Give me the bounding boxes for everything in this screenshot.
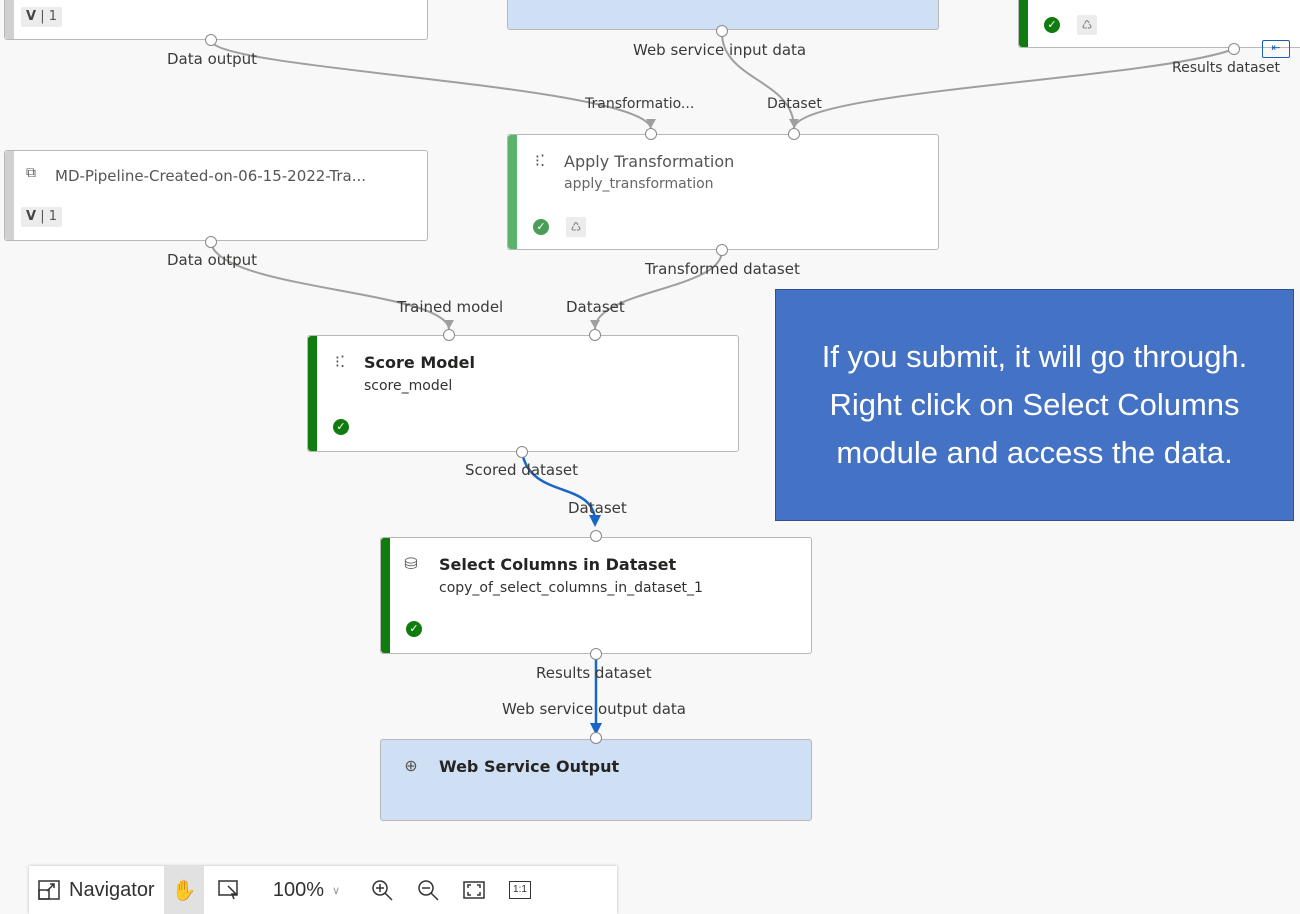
- node-status-bar: [5, 151, 14, 240]
- arrow-dataset-transform: [789, 119, 799, 128]
- node-status-bar: [508, 135, 517, 249]
- apply-transformation-node[interactable]: ⁝⁚ Apply Transformation apply_transforma…: [507, 134, 939, 250]
- node-subtitle: apply_transformation: [564, 176, 714, 192]
- port-label-dataset-score: Dataset: [566, 298, 625, 316]
- node-status-bar: [381, 538, 390, 653]
- fit-screen-icon: [462, 878, 486, 902]
- select-tool-button[interactable]: [204, 866, 254, 914]
- arrow-dataset-score: [590, 320, 600, 329]
- web-service-output-node[interactable]: ⊕ Web Service Output: [380, 739, 812, 821]
- zoom-in-button[interactable]: [359, 866, 405, 914]
- port-label-trained-model: Trained model: [397, 298, 504, 316]
- port-label-dataset-transform: Dataset: [767, 96, 822, 112]
- pipeline-icon: ⧉: [26, 165, 36, 181]
- zoom-select[interactable]: 100% ∨: [254, 866, 359, 914]
- port-label-data-output-2: Data output: [167, 251, 258, 269]
- pan-tool-button[interactable]: ✋: [164, 866, 204, 914]
- navigator-label: Navigator: [69, 878, 155, 901]
- fit-to-screen-button[interactable]: [451, 866, 497, 914]
- port-label-dataset-select: Dataset: [568, 499, 627, 517]
- check-circle-icon: ✓: [333, 419, 349, 435]
- node-status-bar: [308, 336, 317, 451]
- node-subtitle: score_model: [364, 378, 453, 394]
- port-label-web-service-input: Web service input data: [633, 41, 807, 59]
- globe-icon: ⊕: [404, 756, 418, 775]
- select-columns-node[interactable]: ⛁ Select Columns in Dataset copy_of_sele…: [380, 537, 812, 654]
- chevron-down-icon: ∨: [332, 884, 341, 897]
- actual-size-icon: 1:1: [509, 881, 531, 899]
- port-data-output-1[interactable]: [205, 34, 217, 46]
- scatter-chart-icon: ⁝⁚: [534, 151, 546, 170]
- zoom-value: 100%: [272, 878, 325, 901]
- port-dataset-in-score[interactable]: [589, 329, 601, 341]
- wire-results-to-dataset: [793, 48, 1235, 129]
- port-label-results-dataset-top: Results dataset: [1172, 60, 1280, 76]
- hand-icon: ✋: [171, 879, 197, 902]
- zoom-out-icon: [416, 878, 440, 902]
- port-transformed-dataset[interactable]: [716, 244, 728, 256]
- designer-canvas[interactable]: V | 1 Data output Web service input data…: [0, 0, 1300, 914]
- port-results-dataset[interactable]: [590, 648, 602, 660]
- pointer-select-icon: [217, 878, 241, 902]
- navigator-button[interactable]: Navigator: [29, 866, 164, 914]
- check-circle-icon: ✓: [1044, 17, 1060, 33]
- check-circle-icon: ✓: [406, 621, 422, 637]
- port-web-service-input-data[interactable]: [716, 25, 728, 37]
- node-status-bar: [1019, 0, 1028, 47]
- node-title: Select Columns in Dataset: [439, 555, 677, 574]
- port-label-web-service-output: Web service output data: [502, 700, 686, 718]
- port-transformation-in[interactable]: [645, 128, 657, 140]
- actual-size-button[interactable]: 1:1: [497, 866, 543, 914]
- zoom-in-icon: [370, 878, 394, 902]
- node-title: Web Service Output: [439, 757, 620, 776]
- port-results-dataset-top[interactable]: [1228, 43, 1240, 55]
- pipeline-node[interactable]: ⧉ MD-Pipeline-Created-on-06-15-2022-Tra.…: [4, 150, 428, 241]
- node-subtitle: copy_of_select_columns_in_dataset_1: [439, 580, 703, 596]
- port-dataset-in-transform[interactable]: [788, 128, 800, 140]
- port-trained-model[interactable]: [443, 329, 455, 341]
- port-label-scored-dataset: Scored dataset: [465, 461, 579, 479]
- recycle-icon: ♺: [566, 217, 586, 237]
- canvas-toolbar: Navigator ✋ 100% ∨ 1:1: [29, 866, 617, 914]
- arrow-trained-model: [444, 320, 454, 329]
- port-label-transformed-dataset: Transformed dataset: [645, 260, 800, 278]
- version-tag: V | 1: [21, 7, 62, 27]
- node-status-bar: [5, 0, 14, 39]
- port-data-output-2[interactable]: [205, 236, 217, 248]
- port-label-data-output-1: Data output: [167, 50, 258, 68]
- port-scored-dataset[interactable]: [516, 446, 528, 458]
- version-tag: V | 1: [21, 207, 62, 227]
- node-title: Apply Transformation: [564, 152, 735, 171]
- recycle-icon: ♺: [1077, 15, 1097, 35]
- zoom-out-button[interactable]: [405, 866, 451, 914]
- port-dataset-in-select[interactable]: [590, 530, 602, 542]
- wire-data-output-to-transformation: [210, 40, 652, 129]
- database-settings-icon: ⛁: [404, 554, 418, 573]
- instruction-callout: If you submit, it will go through. Right…: [775, 289, 1294, 521]
- port-web-service-output-data[interactable]: [590, 732, 602, 744]
- export-icon[interactable]: ⇤: [1262, 40, 1290, 58]
- top-right-node[interactable]: ✓ ♺: [1018, 0, 1300, 48]
- node-title: Score Model: [364, 353, 476, 372]
- port-label-results-dataset: Results dataset: [536, 664, 652, 682]
- score-model-node[interactable]: ⁝⁚ Score Model score_model ✓: [307, 335, 739, 452]
- arrow-transformation: [646, 119, 656, 128]
- scatter-chart-icon: ⁝⁚: [334, 352, 346, 371]
- check-circle-icon: ✓: [533, 219, 549, 235]
- actual-size-label: 1:1: [513, 884, 527, 895]
- navigator-icon: [37, 878, 61, 902]
- node-title: MD-Pipeline-Created-on-06-15-2022-Tra...: [55, 167, 367, 185]
- callout-text: If you submit, it will go through. Right…: [821, 339, 1248, 470]
- top-left-node[interactable]: V | 1: [4, 0, 428, 40]
- port-label-transformation: Transformatio...: [585, 96, 695, 112]
